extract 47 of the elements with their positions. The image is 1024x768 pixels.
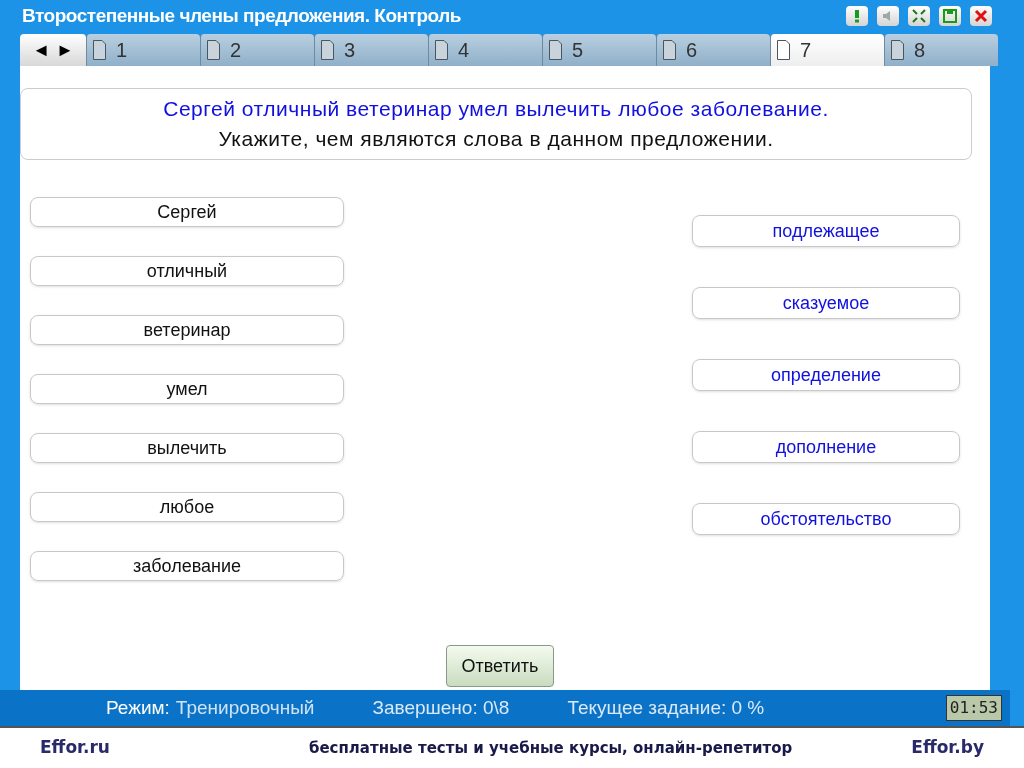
word-card[interactable]: заболевание [30,551,344,581]
answer-option[interactable]: обстоятельство [692,503,960,535]
mode-label: Режим: [106,695,170,720]
word-card[interactable]: Сергей [30,197,344,227]
word-card[interactable]: вылечить [30,433,344,463]
document-icon [321,40,334,60]
window-title: Второстепенные члены предложения. Контроль [22,3,461,28]
previous-button[interactable]: ◄ [32,36,50,64]
word-card[interactable]: умел [30,374,344,404]
document-icon [777,40,790,60]
tab[interactable]: 3 [314,34,428,66]
answer-option[interactable]: определение [692,359,960,391]
submit-button[interactable]: Ответить [446,645,554,687]
tab[interactable]: 8 [884,34,998,66]
document-icon [549,40,562,60]
tab[interactable]: 1 [86,34,200,66]
document-icon [891,40,904,60]
answer-option[interactable]: подлежащее [692,215,960,247]
document-icon [207,40,220,60]
tab[interactable]: 2 [200,34,314,66]
left-site-link[interactable]: Effor.ru [40,735,110,761]
word-card[interactable]: любое [30,492,344,522]
speaker-icon[interactable] [877,6,899,26]
document-icon [435,40,448,60]
word-card[interactable]: отличный [30,256,344,286]
document-icon [93,40,106,60]
timer: 01:53 [945,695,1002,721]
tab[interactable]: 5 [542,34,656,66]
instruction-text: Укажите, чем являются слова в данном предложении. [218,126,774,152]
tab[interactable]: 7 [770,34,884,66]
completed-text: Завершено: 0\8 [372,695,510,720]
answer-option[interactable]: дополнение [692,431,960,463]
exclamation-icon[interactable] [846,6,868,26]
mode-value: Тренировочный [175,695,315,720]
word-card[interactable]: ветеринар [30,315,344,345]
tab[interactable]: 4 [428,34,542,66]
current-task-text: Текущее задание: 0 % [567,695,765,720]
footer-tagline: бесплатные тесты и учебные курсы, онлайн-репетитор [308,737,793,759]
tab[interactable]: 6 [656,34,770,66]
answer-option[interactable]: сказуемое [692,287,960,319]
sentence-text: Сергей отличный ветеринар умел вылечить любое заболевание. [163,96,829,122]
close-icon[interactable] [970,6,992,26]
save-icon[interactable] [939,6,961,26]
next-button[interactable]: ► [56,36,74,64]
shrink-icon[interactable] [908,6,930,26]
document-icon [663,40,676,60]
right-site-link[interactable]: Effor.by [911,735,984,761]
